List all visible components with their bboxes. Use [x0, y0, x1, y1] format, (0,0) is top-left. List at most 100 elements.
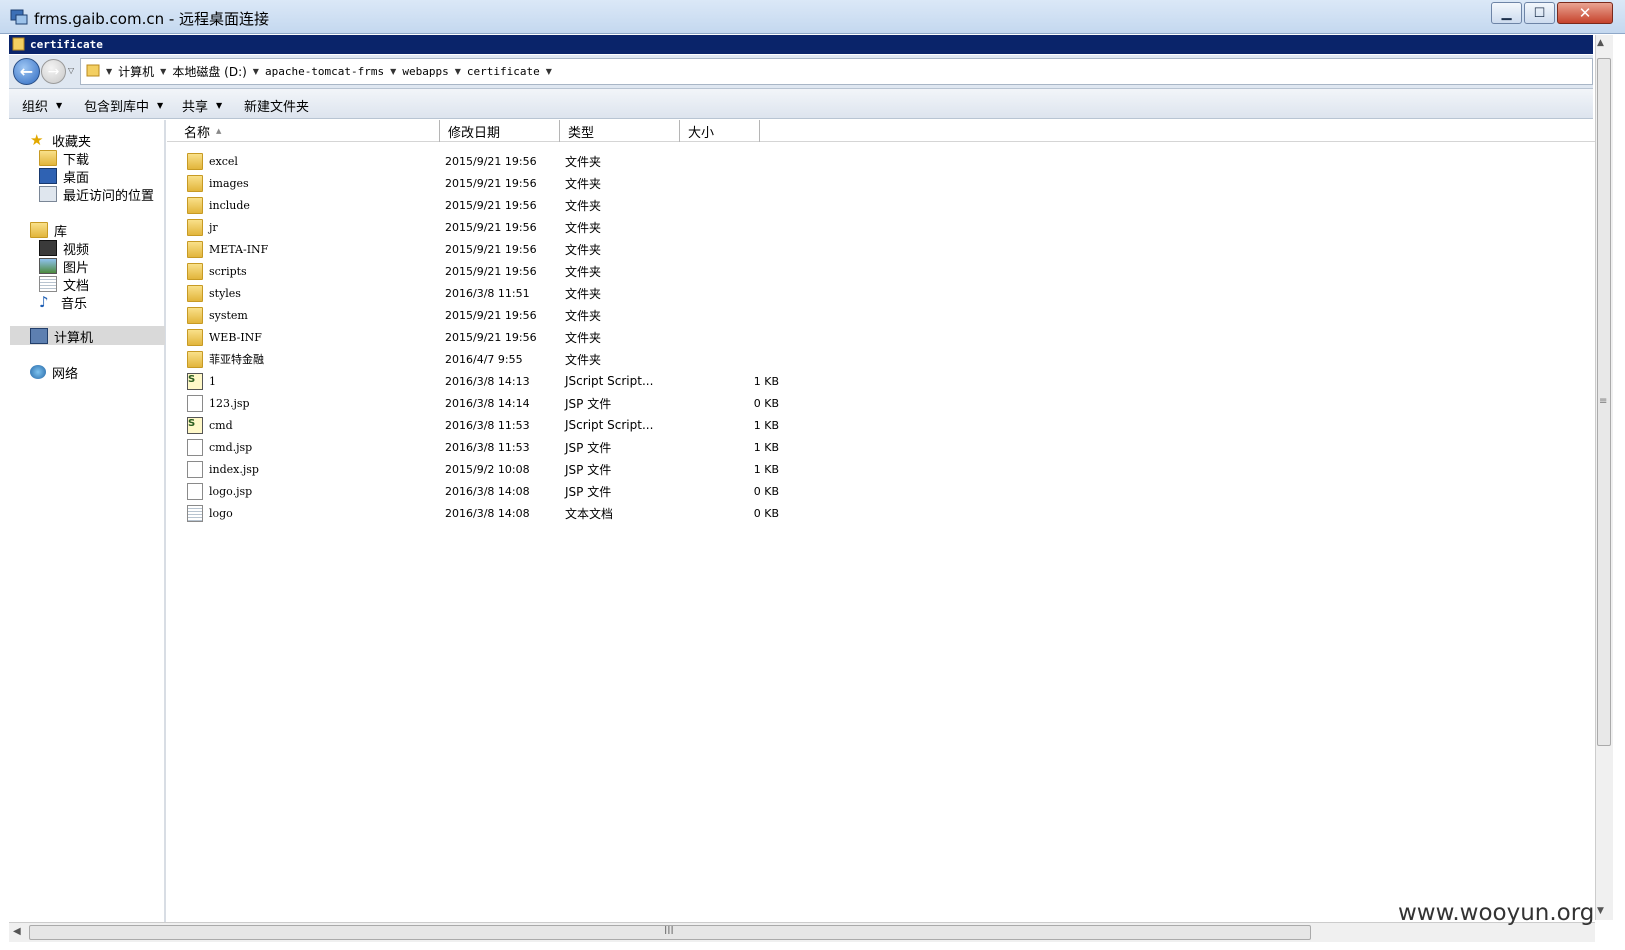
chevron-down-icon[interactable]: ▼	[388, 67, 398, 76]
breadcrumb-webapps[interactable]: webapps	[398, 65, 452, 78]
pictures-icon	[39, 258, 57, 274]
column-header-date[interactable]: 修改日期	[440, 120, 560, 142]
file-row[interactable]: images 2015/9/21 19:56 文件夹	[187, 172, 601, 194]
file-type: JSP 文件	[565, 396, 612, 411]
file-row[interactable]: system 2015/9/21 19:56 文件夹	[187, 304, 601, 326]
music-icon: ♪	[39, 293, 49, 311]
file-icon	[187, 460, 203, 478]
breadcrumb-local-disk[interactable]: 本地磁盘 (D:)	[168, 63, 250, 80]
share-button[interactable]: 共享 ▼	[182, 96, 222, 115]
file-row[interactable]: scripts 2015/9/21 19:56 文件夹	[187, 260, 601, 282]
file-name: WEB-INF	[209, 330, 262, 344]
watermark: www.wooyun.org	[1398, 900, 1595, 926]
nav-downloads[interactable]: 下载	[39, 149, 89, 168]
include-in-library-button[interactable]: 包含到库中 ▼	[84, 96, 163, 115]
nav-computer-label: 计算机	[54, 330, 94, 346]
close-button[interactable]: ✕	[1557, 2, 1613, 24]
file-row[interactable]: styles 2016/3/8 11:51 文件夹	[187, 282, 601, 304]
history-dropdown-icon[interactable]: ▽	[68, 66, 74, 75]
nav-computer[interactable]: 计算机	[30, 327, 94, 346]
file-date: 2015/9/21 19:56	[445, 198, 537, 212]
column-header-name[interactable]: 名称 ▲	[176, 120, 440, 142]
file-name: cmd.jsp	[209, 440, 253, 454]
file-type: 文本文档	[565, 506, 614, 521]
nav-network[interactable]: 网络	[30, 363, 79, 382]
file-date: 2015/9/21 19:56	[445, 308, 537, 322]
chevron-down-icon[interactable]: ▼	[544, 67, 554, 76]
column-header-size[interactable]: 大小	[680, 120, 760, 142]
file-size: 1 KB	[753, 418, 779, 432]
nav-videos-label: 视频	[63, 242, 90, 258]
scroll-left-icon[interactable]: ◀	[13, 926, 21, 937]
organize-label: 组织	[22, 100, 49, 115]
back-button[interactable]: ←	[13, 58, 40, 85]
nav-music[interactable]: ♪ 音乐	[39, 293, 87, 312]
file-row[interactable]: cmd.jsp 2016/3/8 11:53 JSP 文件 1 KB	[187, 436, 779, 458]
downloads-folder-icon	[39, 150, 57, 166]
file-type: 文件夹	[565, 176, 602, 191]
chevron-down-icon[interactable]: ▼	[453, 67, 463, 76]
file-row[interactable]: 123.jsp 2016/3/8 14:14 JSP 文件 0 KB	[187, 392, 779, 414]
scroll-up-icon[interactable]: ▲	[1597, 38, 1604, 48]
file-name: 1	[209, 374, 216, 388]
chevron-down-icon[interactable]: ▼	[158, 67, 168, 76]
nav-libraries-label: 库	[54, 224, 68, 240]
file-row[interactable]: index.jsp 2015/9/2 10:08 JSP 文件 1 KB	[187, 458, 779, 480]
breadcrumb-certificate[interactable]: certificate	[463, 65, 544, 78]
text-file-icon	[187, 504, 203, 522]
file-row[interactable]: Scmd 2016/3/8 11:53 JScript Script... 1 KB	[187, 414, 779, 436]
nav-libraries[interactable]: 库	[30, 221, 68, 240]
star-icon: ★	[30, 131, 44, 149]
organize-button[interactable]: 组织 ▼	[22, 96, 62, 115]
file-row[interactable]: logo.jsp 2016/3/8 14:08 JSP 文件 0 KB	[187, 480, 779, 502]
nav-videos[interactable]: 视频	[39, 239, 90, 258]
folder-icon	[12, 37, 25, 51]
nav-documents[interactable]: 文档	[39, 275, 89, 294]
nav-pictures[interactable]: 图片	[39, 257, 89, 276]
sort-ascending-icon: ▲	[216, 127, 222, 135]
recent-places-icon	[39, 186, 57, 202]
file-row[interactable]: 菲亚特金融 2016/4/7 9:55 文件夹	[187, 348, 601, 370]
file-name: 123.jsp	[209, 396, 250, 410]
nav-favorites[interactable]: ★ 收藏夹	[30, 131, 91, 150]
file-row[interactable]: S 1 2016/3/8 14:13 JScript Script... 1 KB	[187, 370, 779, 392]
breadcrumb-computer[interactable]: 计算机	[114, 63, 158, 80]
nav-recent[interactable]: 最近访问的位置	[39, 185, 154, 204]
chevron-down-icon[interactable]: ▼	[251, 67, 261, 76]
file-name: logo	[209, 506, 233, 520]
new-folder-button[interactable]: 新建文件夹	[244, 96, 309, 115]
maximize-button[interactable]: ☐	[1524, 2, 1555, 24]
file-row[interactable]: META-INF 2015/9/21 19:56 文件夹	[187, 238, 601, 260]
file-name: logo.jsp	[209, 484, 253, 498]
close-icon: ✕	[1578, 4, 1592, 22]
file-row[interactable]: include 2015/9/21 19:56 文件夹	[187, 194, 601, 216]
minimize-button[interactable]: ▁	[1491, 2, 1522, 24]
folder-icon	[187, 350, 203, 368]
nav-network-label: 网络	[52, 366, 79, 382]
file-name: 菲亚特金融	[209, 353, 264, 366]
file-type: 文件夹	[565, 220, 602, 235]
chevron-down-icon: ▼	[216, 101, 223, 110]
nav-desktop[interactable]: 桌面	[39, 167, 89, 186]
file-row[interactable]: excel 2015/9/21 19:56 文件夹	[187, 150, 601, 172]
scroll-down-icon[interactable]: ▼	[1597, 906, 1604, 916]
folder-icon	[187, 218, 203, 236]
forward-button[interactable]: →	[41, 59, 66, 84]
rdp-window-title: frms.gaib.com.cn - 远程桌面连接	[34, 10, 270, 28]
folder-icon	[187, 306, 203, 324]
file-row[interactable]: logo 2016/3/8 14:08 文本文档 0 KB	[187, 502, 779, 524]
file-size: 0 KB	[753, 506, 779, 520]
column-header-type[interactable]: 类型	[560, 120, 680, 142]
file-row[interactable]: jr 2015/9/21 19:56 文件夹	[187, 216, 601, 238]
file-row[interactable]: WEB-INF 2015/9/21 19:56 文件夹	[187, 326, 601, 348]
documents-icon	[39, 276, 57, 292]
file-date: 2015/9/21 19:56	[445, 220, 537, 234]
file-size: 0 KB	[753, 484, 779, 498]
minimize-icon: ▁	[1501, 5, 1512, 21]
remote-desktop-icon	[10, 9, 28, 25]
chevron-down-icon: ▼	[157, 101, 164, 110]
script-icon: S	[187, 416, 203, 434]
breadcrumb-tomcat[interactable]: apache-tomcat-frms	[261, 65, 388, 78]
chevron-down-icon[interactable]: ▼	[104, 67, 114, 76]
file-name: styles	[209, 286, 241, 300]
